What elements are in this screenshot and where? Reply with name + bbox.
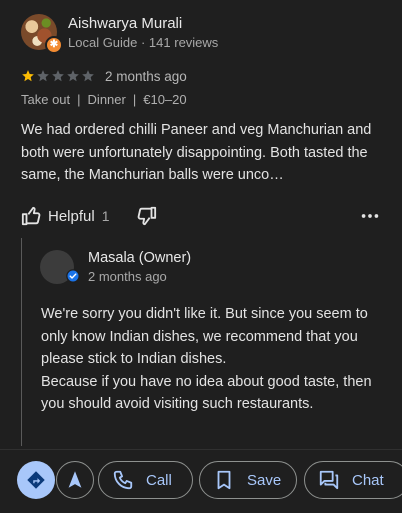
review-header: ✱ Aishwarya Murali Local Guide · 141 rev… [21, 14, 391, 54]
chat-icon [319, 470, 339, 490]
bookmark-icon [217, 470, 231, 490]
local-guide-badge-icon: ✱ [45, 36, 63, 54]
start-navigation-button[interactable] [56, 461, 94, 499]
save-button[interactable]: Save [199, 461, 297, 499]
owner-reply: Masala (Owner) 2 months ago We're sorry … [21, 238, 396, 446]
star-empty-icon [82, 70, 94, 82]
review-date: 2 months ago [105, 68, 187, 84]
more-options-button[interactable] [359, 205, 381, 227]
bottom-action-bar: Call Save Chat [0, 449, 402, 513]
review-tags: Take out | Dinner | €10–20 [21, 92, 187, 107]
star-empty-icon [52, 70, 64, 82]
reviewer-meta: Local Guide · 141 reviews [68, 35, 219, 50]
chat-label: Chat [352, 471, 384, 489]
star-empty-icon [67, 70, 79, 82]
helpful-button[interactable]: Helpful 1 [21, 203, 110, 229]
owner-reply-date: 2 months ago [88, 269, 167, 284]
reply-divider [21, 238, 22, 446]
review-actions: Helpful 1 [21, 203, 381, 229]
owner-name: Masala (Owner) [88, 250, 192, 266]
thumbs-up-icon [21, 206, 41, 226]
reply-paragraph: We're sorry you didn't like it. But sinc… [41, 306, 368, 367]
tag-service: Take out [21, 92, 71, 107]
star-filled-icon [22, 70, 34, 82]
call-button[interactable]: Call [98, 461, 193, 499]
directions-button[interactable] [17, 461, 55, 499]
directions-icon [27, 471, 45, 489]
star-empty-icon [37, 70, 49, 82]
call-label: Call [146, 471, 172, 489]
helpful-label: Helpful [48, 207, 95, 225]
tag-meal: Dinner [87, 92, 126, 107]
verified-check-icon [66, 269, 80, 283]
navigation-arrow-icon [68, 471, 82, 488]
tag-divider: | [132, 92, 137, 107]
review-text[interactable]: We had ordered chilli Paneer and veg Man… [21, 119, 393, 187]
thumbs-down-icon [137, 206, 157, 226]
save-label: Save [247, 471, 282, 489]
chat-button[interactable]: Chat [304, 461, 402, 499]
star-rating [21, 69, 95, 83]
more-horizontal-icon [361, 214, 379, 218]
tag-divider: | [77, 92, 81, 107]
rating-row: 2 months ago [21, 66, 187, 86]
phone-icon [113, 470, 133, 490]
owner-reply-text: We're sorry you didn't like it. But sinc… [41, 303, 391, 416]
dislike-button[interactable] [135, 205, 157, 227]
helpful-count: 1 [101, 208, 110, 224]
reply-paragraph: Because if you have no idea about good t… [41, 373, 372, 413]
reviewer-name[interactable]: Aishwarya Murali [68, 15, 182, 32]
tag-price: €10–20 [143, 92, 187, 107]
